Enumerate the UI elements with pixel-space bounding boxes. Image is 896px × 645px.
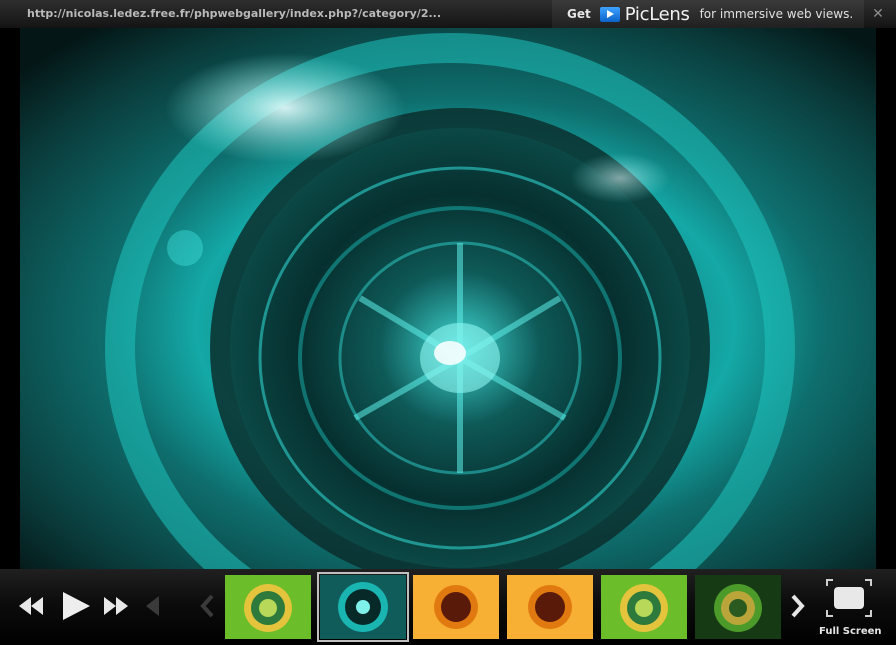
piclens-promo-banner[interactable]: Get PicLens for immersive web views. [552, 0, 864, 28]
thumbnail[interactable] [695, 575, 781, 639]
thumbnail[interactable] [413, 575, 499, 639]
control-bar: Full Screen [0, 569, 896, 645]
skip-back-icon[interactable] [143, 593, 161, 619]
thumbnail-selected[interactable] [317, 572, 409, 642]
promo-get-label: Get [567, 7, 591, 21]
title-bar: http://nicolas.ledez.free.fr/phpwebgalle… [0, 0, 896, 28]
thumbnail[interactable] [507, 575, 593, 639]
fullscreen-label[interactable]: Full Screen [819, 626, 882, 637]
chevron-left-icon[interactable] [198, 593, 216, 619]
thumbnail[interactable] [601, 575, 687, 639]
promo-tagline: for immersive web views. [699, 7, 854, 21]
close-icon[interactable]: ✕ [870, 6, 886, 22]
fullscreen-icon[interactable] [826, 579, 872, 619]
page-url: http://nicolas.ledez.free.fr/phpwebgalle… [27, 7, 442, 20]
fast-forward-icon[interactable] [103, 593, 129, 619]
main-photo [20, 28, 876, 569]
rewind-icon[interactable] [18, 593, 44, 619]
chevron-right-icon[interactable] [789, 593, 807, 619]
promo-brand: PicLens [624, 3, 690, 25]
image-viewer[interactable] [20, 28, 876, 569]
play-icon[interactable] [60, 589, 92, 623]
thumbnail[interactable] [225, 575, 311, 639]
piclens-logo-icon [599, 6, 620, 22]
